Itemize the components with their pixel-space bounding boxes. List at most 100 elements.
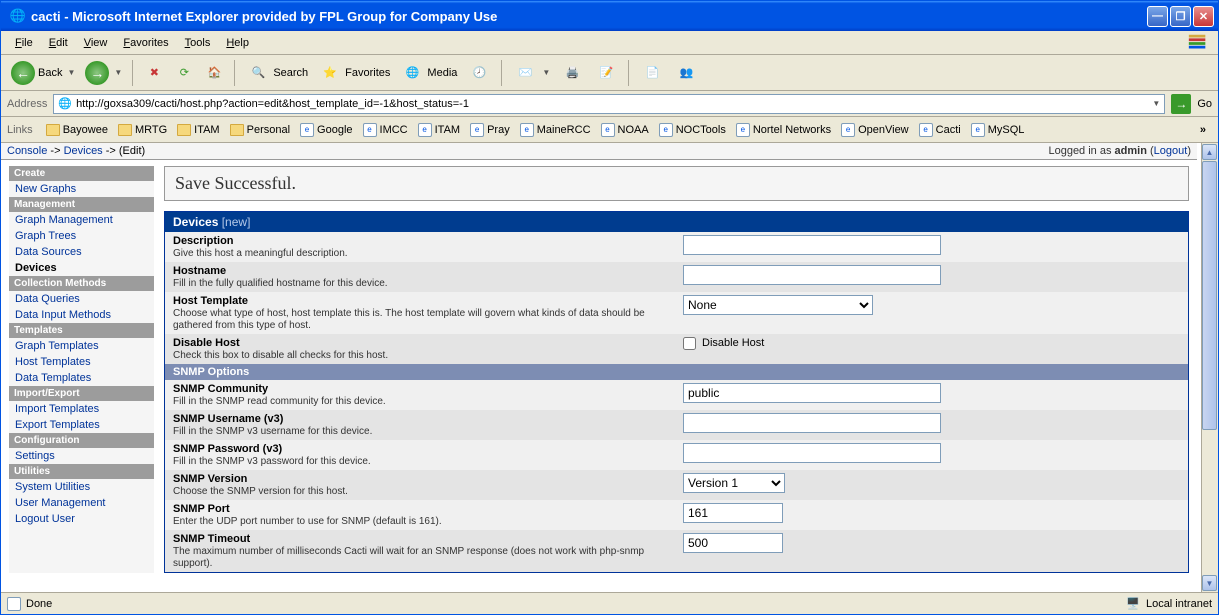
snmp-password-input[interactable]: [683, 443, 941, 463]
menu-view[interactable]: View: [76, 35, 116, 51]
scrollbar[interactable]: ▲ ▼: [1201, 143, 1218, 592]
toolbar: ←Back▼ →▼ ✖ ⟳ 🏠 🔍Search ⭐Favorites 🌐Medi…: [1, 55, 1218, 91]
print-button[interactable]: 🖨️: [556, 59, 588, 87]
history-button[interactable]: 🕗: [463, 59, 495, 87]
menu-favorites[interactable]: Favorites: [115, 35, 176, 51]
sidebar-item-user-management[interactable]: User Management: [9, 495, 154, 511]
folder-icon: [230, 124, 244, 136]
link-itam[interactable]: ITAM: [172, 122, 224, 138]
links-label: Links: [7, 124, 33, 136]
link-pray[interactable]: ePray: [465, 121, 515, 139]
menu-tools[interactable]: Tools: [177, 35, 219, 51]
sidebar-item-devices[interactable]: Devices: [9, 260, 154, 276]
mail-button[interactable]: ✉️▼: [509, 59, 554, 87]
menu-help[interactable]: Help: [218, 35, 257, 51]
scroll-up-button[interactable]: ▲: [1202, 144, 1217, 160]
page-icon: e: [971, 123, 985, 137]
link-personal[interactable]: Personal: [225, 122, 295, 138]
links-overflow-button[interactable]: »: [1194, 124, 1212, 136]
page-icon: e: [418, 123, 432, 137]
sidebar-item-logout-user[interactable]: Logout User: [9, 511, 154, 527]
scroll-thumb[interactable]: [1202, 161, 1217, 430]
favorites-button[interactable]: ⭐Favorites: [314, 59, 394, 87]
sidebar-header-create: Create: [9, 166, 154, 181]
breadcrumb-console[interactable]: Console: [7, 145, 47, 157]
sidebar-item-data-sources[interactable]: Data Sources: [9, 244, 154, 260]
chevron-down-icon: ▼: [114, 68, 122, 77]
home-button[interactable]: 🏠: [200, 61, 228, 85]
sidebar-item-new-graphs[interactable]: New Graphs: [9, 181, 154, 197]
chevron-down-icon: ▼: [67, 68, 75, 77]
disable-host-checkbox-label[interactable]: Disable Host: [683, 337, 764, 349]
sidebar-item-data-templates[interactable]: Data Templates: [9, 370, 154, 386]
link-mrtg[interactable]: MRTG: [113, 122, 172, 138]
link-noctools[interactable]: eNOCTools: [654, 121, 731, 139]
messenger-button[interactable]: 👥: [670, 59, 702, 87]
messenger-icon: 👥: [674, 61, 698, 85]
print-icon: 🖨️: [560, 61, 584, 85]
refresh-button[interactable]: ⟳: [170, 61, 198, 85]
page-icon: e: [601, 123, 615, 137]
address-input[interactable]: 🌐 http://goxsa309/cacti/host.php?action=…: [53, 94, 1165, 114]
snmp-version-select[interactable]: Version 1: [683, 473, 785, 493]
snmp-port-input[interactable]: [683, 503, 783, 523]
security-zone: Local intranet: [1146, 598, 1212, 610]
star-icon: ⭐: [318, 61, 342, 85]
close-button[interactable]: ✕: [1193, 6, 1214, 27]
media-button[interactable]: 🌐Media: [396, 59, 461, 87]
sidebar-item-graph-management[interactable]: Graph Management: [9, 212, 154, 228]
description-input[interactable]: [683, 235, 941, 255]
link-openview[interactable]: eOpenView: [836, 121, 914, 139]
back-button[interactable]: ←Back▼: [7, 59, 79, 87]
sidebar-item-system-utilities[interactable]: System Utilities: [9, 479, 154, 495]
forward-button[interactable]: →▼: [81, 59, 126, 87]
links-bar: Links Bayowee MRTG ITAM Personal eGoogle…: [1, 117, 1218, 143]
hostname-input[interactable]: [683, 265, 941, 285]
link-mysql[interactable]: eMySQL: [966, 121, 1030, 139]
page-icon: e: [363, 123, 377, 137]
address-url: http://goxsa309/cacti/host.php?action=ed…: [76, 98, 1150, 110]
link-google[interactable]: eGoogle: [295, 121, 357, 139]
search-button[interactable]: 🔍Search: [242, 59, 312, 87]
host-template-select[interactable]: None: [683, 295, 873, 315]
menu-file[interactable]: File: [7, 35, 41, 51]
sidebar-item-import-templates[interactable]: Import Templates: [9, 401, 154, 417]
scroll-down-button[interactable]: ▼: [1202, 575, 1217, 591]
row-snmp-community: SNMP CommunityFill in the SNMP read comm…: [165, 380, 1188, 410]
minimize-button[interactable]: —: [1147, 6, 1168, 27]
separator: [132, 60, 134, 86]
link-bayowee[interactable]: Bayowee: [41, 122, 113, 138]
sidebar-item-data-input[interactable]: Data Input Methods: [9, 307, 154, 323]
cacti-header: Console -> Devices -> (Edit) Logged in a…: [1, 143, 1197, 160]
sidebar-item-export-templates[interactable]: Export Templates: [9, 417, 154, 433]
content-area: Console -> Devices -> (Edit) Logged in a…: [1, 143, 1218, 592]
snmp-username-input[interactable]: [683, 413, 941, 433]
link-itam2[interactable]: eITAM: [413, 121, 465, 139]
link-mainercc[interactable]: eMaineRCC: [515, 121, 596, 139]
link-nortel[interactable]: eNortel Networks: [731, 121, 836, 139]
address-bar: Address 🌐 http://goxsa309/cacti/host.php…: [1, 91, 1218, 117]
link-imcc[interactable]: eIMCC: [358, 121, 413, 139]
disable-host-checkbox[interactable]: [683, 337, 696, 350]
note-button[interactable]: 📄: [636, 59, 668, 87]
row-snmp-version: SNMP VersionChoose the SNMP version for …: [165, 470, 1188, 500]
sidebar-item-graph-templates[interactable]: Graph Templates: [9, 338, 154, 354]
stop-button[interactable]: ✖: [140, 61, 168, 85]
link-noaa[interactable]: eNOAA: [596, 121, 654, 139]
menu-edit[interactable]: Edit: [41, 35, 76, 51]
snmp-timeout-input[interactable]: [683, 533, 783, 553]
home-icon: 🏠: [204, 63, 224, 83]
sidebar-item-graph-trees[interactable]: Graph Trees: [9, 228, 154, 244]
maximize-button[interactable]: ❐: [1170, 6, 1191, 27]
sidebar-item-data-queries[interactable]: Data Queries: [9, 291, 154, 307]
link-cacti[interactable]: eCacti: [914, 121, 966, 139]
sidebar-header-configuration: Configuration: [9, 433, 154, 448]
edit-button[interactable]: 📝: [590, 59, 622, 87]
go-button[interactable]: →: [1171, 94, 1191, 114]
logout-link[interactable]: Logout: [1154, 145, 1188, 157]
snmp-community-input[interactable]: [683, 383, 941, 403]
sidebar-item-host-templates[interactable]: Host Templates: [9, 354, 154, 370]
breadcrumb-devices[interactable]: Devices: [64, 145, 103, 157]
chevron-down-icon[interactable]: ▼: [1152, 99, 1160, 108]
sidebar-item-settings[interactable]: Settings: [9, 448, 154, 464]
